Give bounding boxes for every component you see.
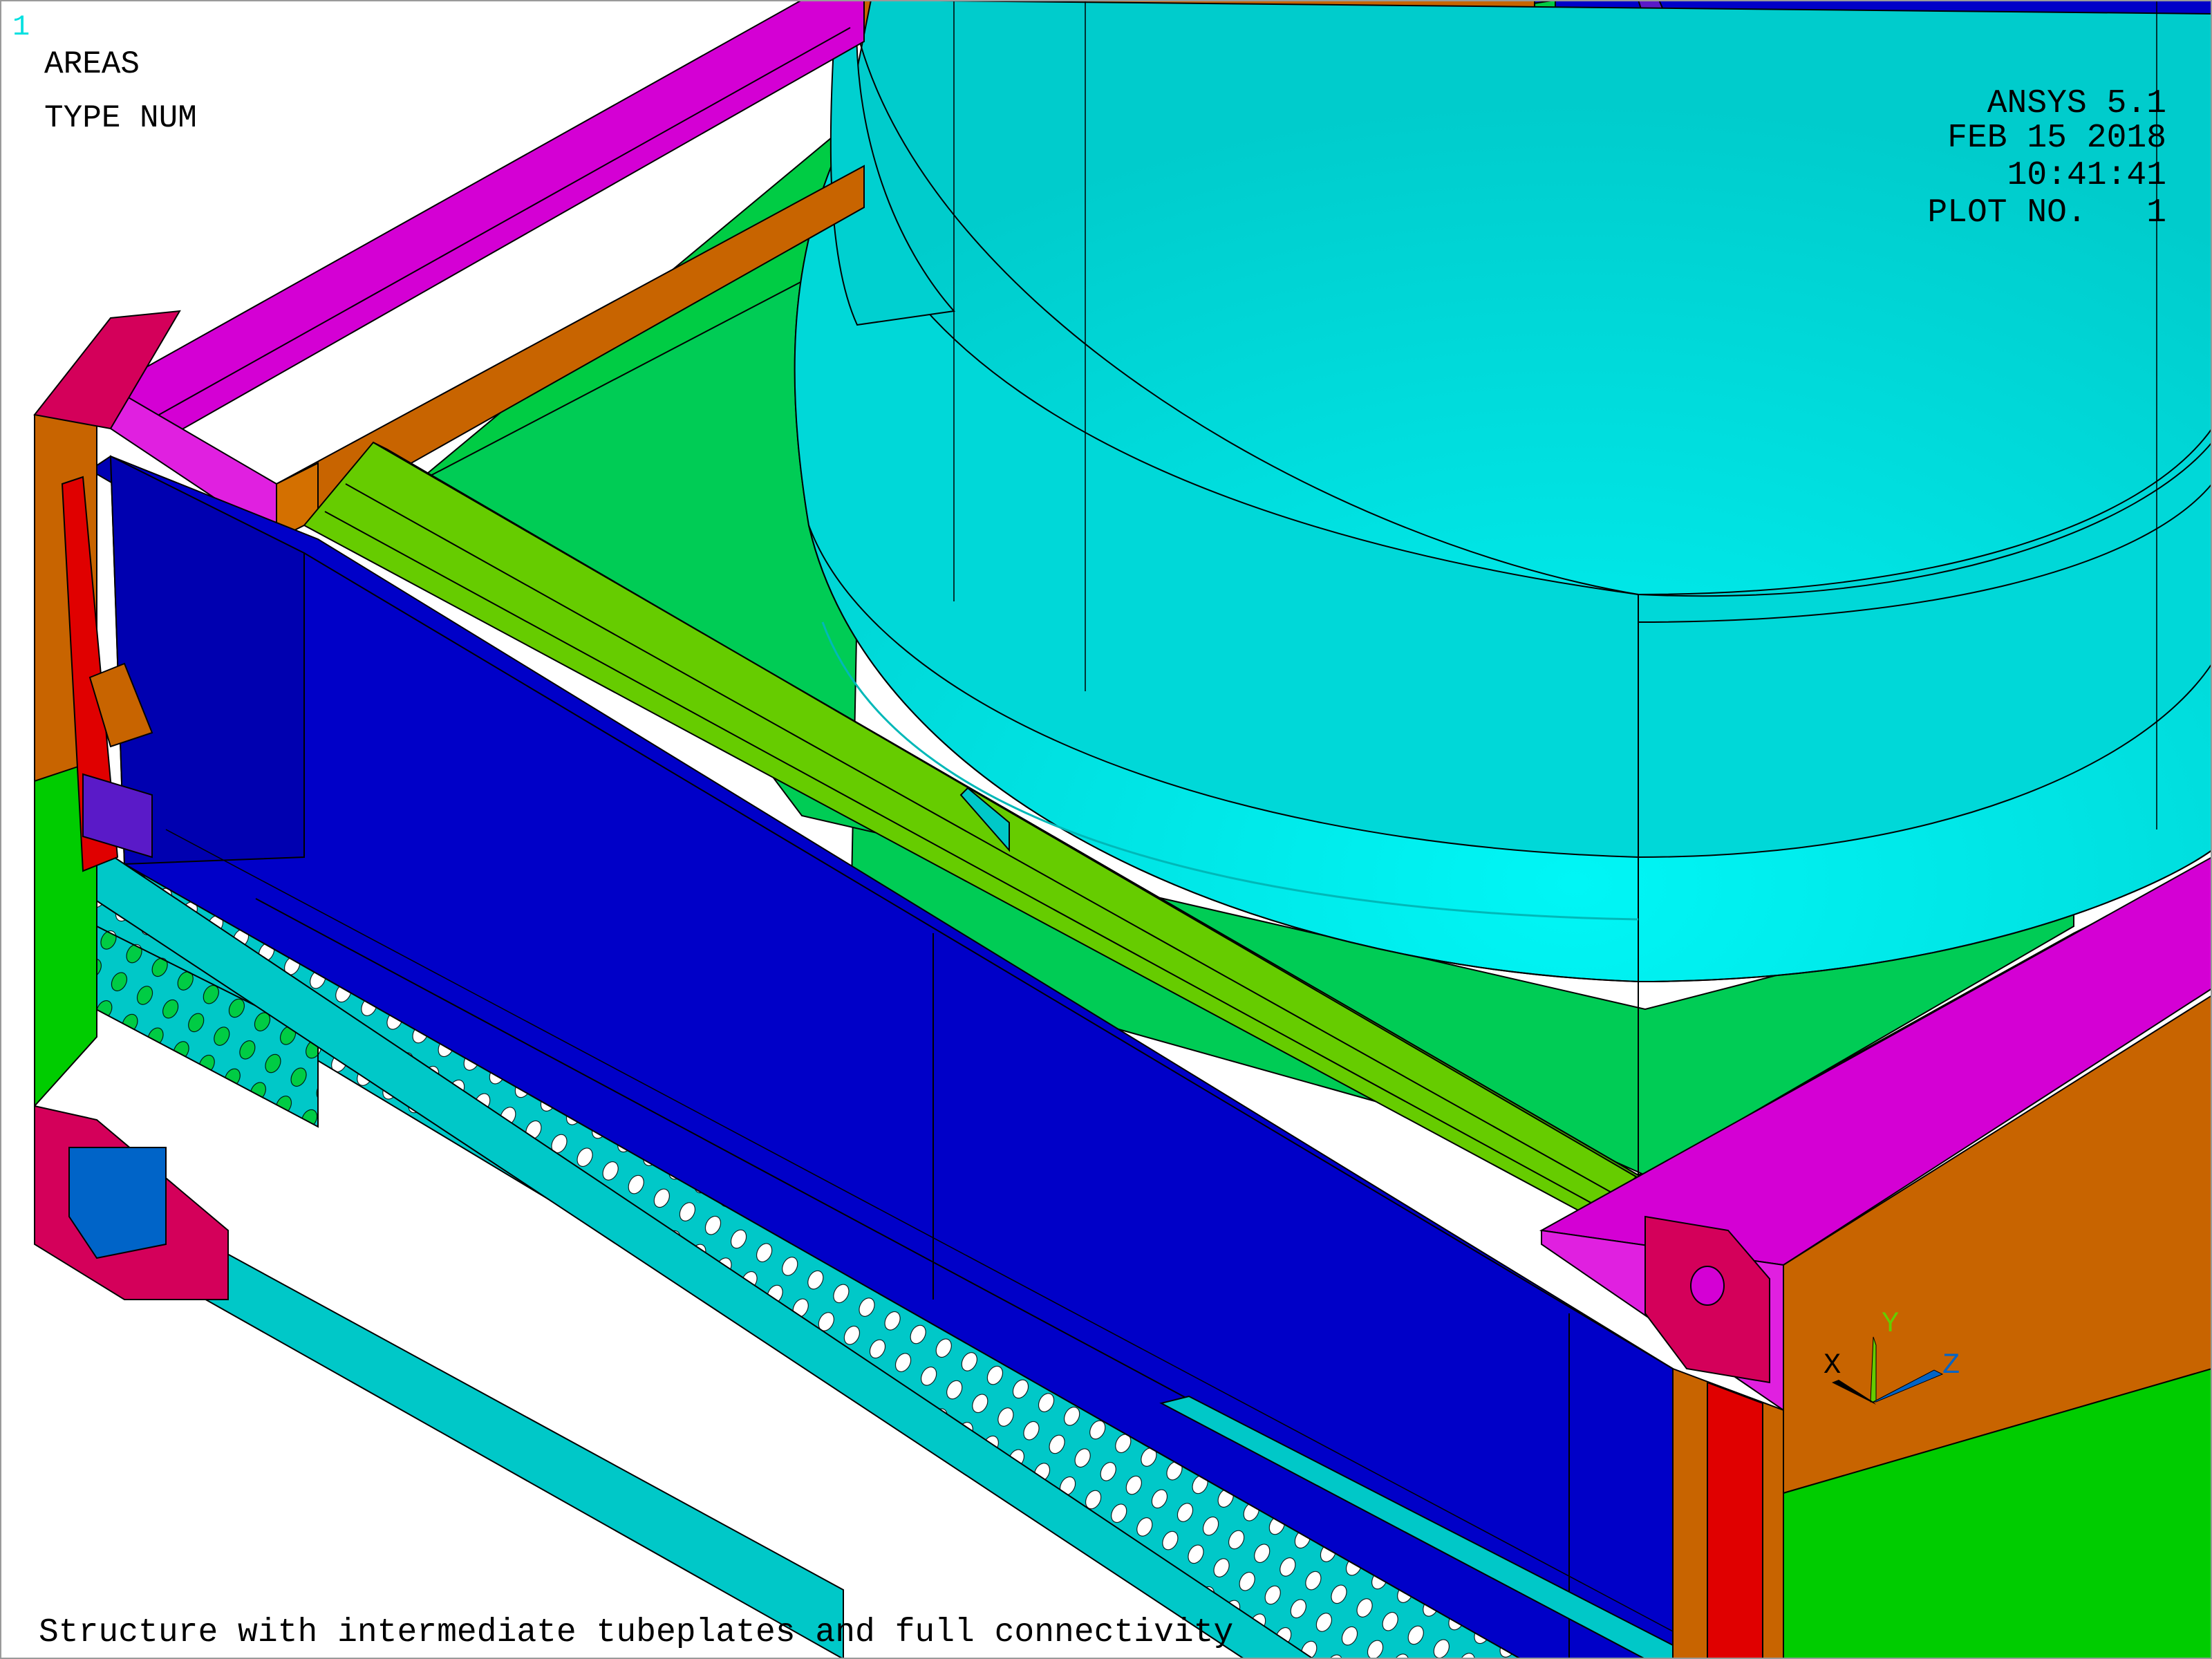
triad-x-label: X	[1824, 1349, 1841, 1382]
axis-triad: X Y Z	[1818, 1309, 1960, 1417]
window-number: 1	[12, 10, 30, 44]
numbering-label: TYPE NUM	[44, 100, 197, 136]
plot-date: FEB 15 2018	[1947, 120, 2166, 157]
triad-z-label: Z	[1942, 1349, 1960, 1382]
plot-number: PLOT NO. 1	[1927, 194, 2166, 232]
plot-caption: Structure with intermediate tubeplates a…	[39, 1614, 1234, 1651]
triad-y-label: Y	[1882, 1307, 1900, 1340]
plot-type-label: AREAS	[44, 46, 140, 82]
plot-time: 10:41:41	[2007, 157, 2166, 194]
graphics-viewport[interactable]: 1 AREAS TYPE NUM ANSYS 5.1 FEB 15 2018 1…	[0, 0, 2212, 1659]
program-version: ANSYS 5.1	[1987, 85, 2166, 122]
